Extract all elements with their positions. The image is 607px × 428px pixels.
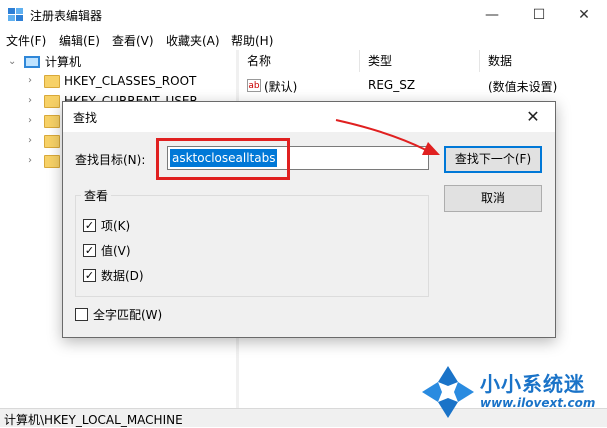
- chevron-right-icon[interactable]: ›: [28, 71, 32, 91]
- highlight-box: [156, 138, 290, 180]
- checkbox-checked-icon[interactable]: ✓: [83, 269, 96, 282]
- option-data-label: 数据(D): [101, 269, 144, 283]
- chevron-right-icon[interactable]: ›: [28, 111, 32, 131]
- folder-icon: [44, 75, 60, 88]
- folder-icon: [44, 135, 60, 148]
- look-at-group-title: 查看: [81, 187, 112, 204]
- status-path: 计算机\HKEY_LOCAL_MACHINE: [4, 413, 183, 427]
- option-match-whole-label: 全字匹配(W): [93, 308, 163, 322]
- tree-item-label: 计算机: [45, 55, 82, 69]
- watermark-title: 小小系统迷: [480, 372, 585, 396]
- menu-view[interactable]: 查看(V): [112, 32, 154, 49]
- cancel-button[interactable]: 取消: [444, 185, 542, 212]
- maximize-button[interactable]: ☐: [516, 0, 562, 30]
- string-value-icon: ab: [247, 79, 261, 92]
- folder-icon: [44, 155, 60, 168]
- chevron-right-icon[interactable]: ›: [28, 91, 32, 111]
- column-header-data[interactable]: 数据: [480, 50, 607, 72]
- tree-item-hkey-classes-root[interactable]: › HKEY_CLASSES_ROOT: [0, 71, 236, 91]
- tree-item-hidden[interactable]: ›: [0, 131, 60, 151]
- checkbox-checked-icon[interactable]: ✓: [83, 244, 96, 257]
- folder-icon: [44, 95, 60, 108]
- chevron-down-icon[interactable]: ⌄: [8, 52, 16, 72]
- dialog-title: 查找: [73, 111, 98, 125]
- checkbox-checked-icon[interactable]: ✓: [83, 219, 96, 232]
- watermark-url: www.ilovext.com: [480, 396, 596, 410]
- option-keys-label: 项(K): [101, 219, 131, 233]
- menu-help[interactable]: 帮助(H): [231, 32, 273, 49]
- column-header-name[interactable]: 名称: [239, 50, 360, 72]
- tree-item-label: HKEY_CLASSES_ROOT: [64, 74, 197, 88]
- find-dialog: 查找 ✕ 查找目标(N): asktoclosealltabs 查找下一个(F)…: [62, 101, 556, 338]
- dialog-title-bar[interactable]: 查找 ✕: [63, 102, 555, 132]
- chevron-right-icon[interactable]: ›: [28, 131, 32, 151]
- find-target-label: 查找目标(N):: [75, 153, 146, 167]
- tree-item-hidden[interactable]: ›: [0, 111, 60, 131]
- window-title: 注册表编辑器: [30, 9, 103, 23]
- tree-item-computer[interactable]: ⌄ 计算机: [0, 52, 236, 72]
- menu-file[interactable]: 文件(F): [6, 32, 46, 49]
- minimize-button[interactable]: —: [469, 0, 515, 30]
- folder-icon: [44, 115, 60, 128]
- menu-bar: 文件(F) 编辑(E) 查看(V) 收藏夹(A) 帮助(H): [0, 30, 607, 50]
- annotation-arrow-icon: [335, 119, 440, 155]
- title-bar: 注册表编辑器 — ☐ ✕: [0, 0, 607, 30]
- tree-item-hidden[interactable]: ›: [0, 151, 60, 171]
- value-type: REG_SZ: [368, 78, 416, 92]
- watermark-logo-icon: [422, 366, 474, 418]
- menu-edit[interactable]: 编辑(E): [59, 32, 100, 49]
- option-values-label: 值(V): [101, 244, 131, 258]
- dialog-close-button[interactable]: ✕: [513, 102, 553, 132]
- chevron-right-icon[interactable]: ›: [28, 151, 32, 171]
- menu-favorites[interactable]: 收藏夹(A): [166, 32, 220, 49]
- watermark: 小小系统迷 www.ilovext.com: [416, 362, 607, 422]
- checkbox-unchecked-icon[interactable]: [75, 308, 88, 321]
- value-name[interactable]: (默认): [264, 78, 297, 95]
- find-next-button[interactable]: 查找下一个(F): [444, 146, 542, 173]
- computer-icon: [24, 56, 40, 68]
- value-data: (数值未设置): [488, 80, 558, 94]
- column-header-type[interactable]: 类型: [360, 50, 480, 72]
- close-button[interactable]: ✕: [561, 0, 607, 30]
- regedit-app-icon: [8, 8, 23, 21]
